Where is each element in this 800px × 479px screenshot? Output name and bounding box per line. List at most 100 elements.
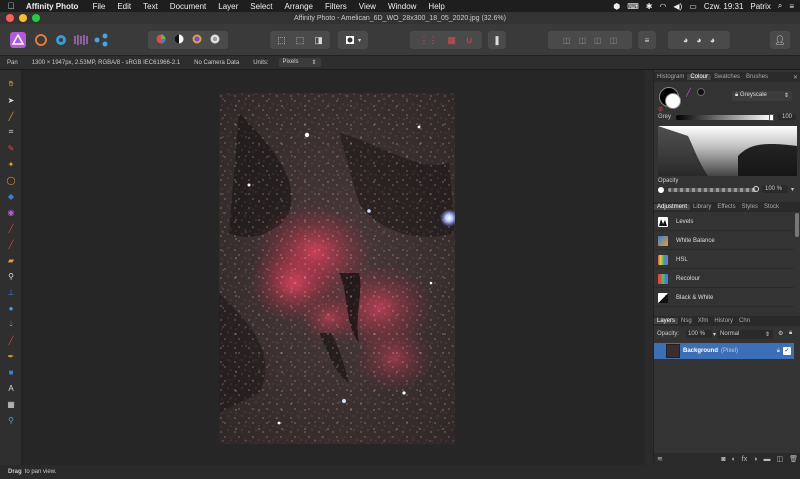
adjustment-hsl[interactable]: HSL — [654, 251, 794, 269]
mesh-warp-icon[interactable]: ▦ — [5, 398, 17, 410]
tab-xfm[interactable]: Xfm — [695, 318, 712, 324]
grid-snap-icon[interactable]: ▦ — [447, 35, 456, 46]
dodge-icon[interactable]: ⚲ — [5, 270, 17, 282]
tab-histogram[interactable]: Histogram — [654, 74, 687, 80]
adjustment-recolour[interactable]: Recolour — [654, 270, 794, 288]
menu-arrange[interactable]: Arrange — [279, 2, 319, 11]
menu-filters[interactable]: Filters — [319, 2, 353, 11]
adjustment-layer-icon[interactable]: ◐ — [729, 456, 739, 463]
move-back-icon[interactable]: ◫ — [563, 36, 571, 45]
flood-select-icon[interactable]: ✦ — [5, 158, 17, 170]
lasso-icon[interactable]: ◯ — [5, 174, 17, 186]
quick-mask-icon[interactable]: ◨ — [314, 35, 323, 46]
tab-adjustment[interactable]: Adjustment — [654, 204, 691, 210]
delete-layer-icon[interactable]: 🗑︎ — [786, 455, 800, 463]
tab-brushes[interactable]: Brushes — [743, 74, 771, 80]
layer-lock-icon[interactable]: 🔒︎ — [777, 348, 780, 355]
colour-mode-dropdown[interactable]: 🔒︎ Greyscale ⇕ — [732, 91, 792, 101]
account-button[interactable]: 👤︎ — [770, 31, 790, 49]
panel-menu-icon[interactable]: ✕ — [790, 74, 800, 81]
secondary-colour-swatch[interactable] — [665, 93, 681, 109]
tab-history[interactable]: History — [711, 318, 736, 324]
transparent-swatch[interactable] — [697, 88, 705, 96]
healing-brush-icon[interactable]: ╱ — [5, 334, 17, 346]
fx-icon[interactable]: fx — [739, 456, 750, 463]
erase-brush-icon[interactable]: ▰ — [5, 254, 17, 266]
minimize-button[interactable] — [19, 14, 27, 22]
subtract-icon[interactable]: ◕ — [696, 35, 701, 45]
mask-layer-icon[interactable]: ◙ — [718, 456, 728, 463]
mask-dropdown[interactable]: ▾ — [338, 31, 368, 49]
chevron-down-icon[interactable]: ▾ — [713, 331, 716, 338]
layer-visibility-checkbox[interactable]: ✓ — [783, 347, 791, 355]
adjustment-scrollbar[interactable] — [795, 213, 799, 237]
zoom-button[interactable] — [32, 14, 40, 22]
flood-fill-icon[interactable]: ◆ — [5, 190, 17, 202]
text-tool-icon[interactable]: A — [5, 382, 17, 394]
grey-slider-handle[interactable] — [769, 114, 774, 121]
units-dropdown[interactable]: Pixels ⇕ — [278, 58, 321, 67]
pen-tool-icon[interactable]: ✒ — [5, 350, 17, 362]
layers-stack-icon[interactable]: ≋ — [657, 455, 663, 463]
opacity-slider[interactable] — [668, 188, 756, 192]
grey-slider[interactable] — [676, 114, 774, 121]
layer-row-background[interactable]: Background (Pixel) 🔒︎ ✓ — [654, 343, 794, 359]
clone-icon[interactable]: ⊥ — [5, 286, 17, 298]
tab-layers[interactable]: Layers — [654, 318, 679, 324]
opacity-value[interactable]: 100 % — [762, 185, 788, 193]
develop-persona-icon[interactable] — [53, 32, 69, 48]
group-icon[interactable]: ▬ — [760, 456, 773, 463]
menu-view[interactable]: View — [353, 2, 382, 11]
live-filter-icon[interactable]: ◑ — [750, 456, 760, 463]
rectangle-tool-icon[interactable]: ■ — [5, 366, 17, 378]
close-button[interactable] — [6, 14, 14, 22]
battery-icon[interactable]: ▭ — [689, 2, 697, 11]
align-button[interactable]: ≡ — [638, 31, 656, 49]
photo-persona-icon[interactable] — [10, 32, 26, 48]
blend-mode-dropdown[interactable]: Normal ⇕ — [717, 330, 773, 339]
grey-value[interactable]: 100 — [778, 114, 796, 120]
tab-nsg[interactable]: Nsg — [678, 318, 695, 324]
wifi-icon[interactable]: ◠ — [659, 2, 666, 11]
tab-colour[interactable]: Colour — [687, 74, 712, 80]
colour-picker-icon[interactable]: ╱ — [5, 110, 17, 122]
opacity-slider-handle[interactable] — [753, 186, 759, 192]
selection-brush-icon[interactable]: ✎ — [5, 142, 17, 154]
no-colour-icon[interactable]: ⊘ — [658, 106, 663, 113]
menu-layer[interactable]: Layer — [212, 2, 244, 11]
paint-brush-icon[interactable]: ╱ — [5, 222, 17, 234]
chevron-down-icon[interactable]: ▾ — [791, 186, 794, 193]
nebula-image[interactable] — [219, 93, 455, 444]
tab-library[interactable]: Library — [690, 204, 714, 210]
crop-tool-icon[interactable]: ⌗ — [5, 126, 17, 138]
opacity-reset-icon[interactable] — [658, 187, 664, 193]
bluetooth-icon[interactable]: ✱ — [646, 2, 653, 11]
move-tool-icon[interactable]: ➤ — [5, 94, 17, 106]
canvas-area[interactable] — [22, 70, 645, 465]
move-backward-icon[interactable]: ◫ — [578, 36, 586, 45]
marquee-icon[interactable]: ⬚ — [277, 35, 286, 46]
search-icon[interactable]: ⌕ — [778, 1, 782, 11]
menu-edit[interactable]: Edit — [111, 2, 137, 11]
dropbox-icon[interactable]: ⬢ — [613, 2, 620, 11]
keyboard-icon[interactable]: ⌨ — [627, 2, 639, 11]
auto-contrast-icon[interactable] — [174, 31, 184, 49]
move-front-icon[interactable]: ◫ — [610, 36, 618, 45]
intersect-icon[interactable]: ◕ — [710, 35, 715, 45]
menu-text[interactable]: Text — [137, 2, 164, 11]
smudge-icon[interactable]: 💧︎ — [5, 318, 17, 330]
colour-spectrum[interactable] — [658, 126, 797, 176]
auto-white-balance-icon[interactable] — [210, 31, 220, 49]
menu-document[interactable]: Document — [164, 2, 212, 11]
eyedropper-icon[interactable]: ╱ — [686, 88, 691, 97]
colour-replacement-icon[interactable]: ╱ — [5, 238, 17, 250]
tab-swatches[interactable]: Swatches — [711, 74, 743, 80]
auto-colours-icon[interactable] — [192, 31, 202, 49]
liquify-persona-icon[interactable] — [33, 32, 49, 48]
menu-help[interactable]: Help — [422, 2, 450, 11]
snapping-icon[interactable]: ⋮⋮ — [419, 35, 437, 46]
layer-settings-icon[interactable]: ⚙ — [778, 330, 783, 337]
apple-menu[interactable]:  — [0, 1, 22, 11]
volume-icon[interactable]: ◀) — [673, 2, 682, 11]
assistant-button[interactable]: ❚ — [488, 31, 506, 49]
